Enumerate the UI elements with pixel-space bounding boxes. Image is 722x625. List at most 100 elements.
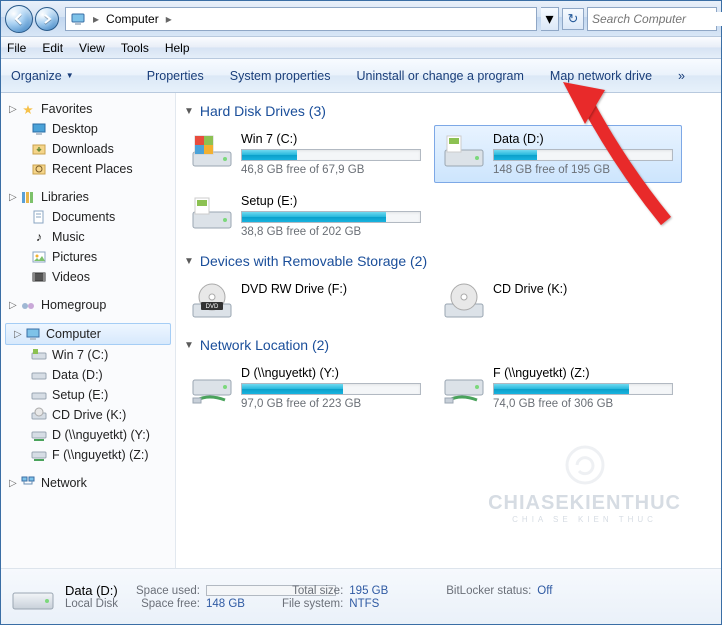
network-icon	[20, 475, 36, 491]
sidebar-item-documents[interactable]: Documents	[1, 207, 175, 227]
sidebar-item-downloads[interactable]: Downloads	[1, 139, 175, 159]
drive-item[interactable]: F (\\nguyetkt) (Z:)74,0 GB free of 306 G…	[434, 359, 682, 417]
sidebar-item-videos[interactable]: Videos	[1, 267, 175, 287]
menu-view[interactable]: View	[79, 41, 105, 55]
refresh-button[interactable]: ↻	[562, 8, 584, 30]
drive-free-text: 38,8 GB free of 202 GB	[241, 226, 421, 238]
toolbar-properties[interactable]: Properties	[147, 69, 204, 83]
sidebar-item-pictures[interactable]: Pictures	[1, 247, 175, 267]
drive-icon	[443, 282, 485, 322]
drive-icon	[31, 347, 47, 363]
details-label-bitlocker: BitLocker status:	[431, 585, 531, 597]
drive-icon	[191, 194, 233, 234]
watermark-title: CHIASEKIENTHUC	[488, 492, 681, 515]
breadcrumb-dropdown[interactable]: ▾	[541, 7, 559, 31]
details-pane: Data (D:) Space used: Total size: 195 GB…	[1, 568, 721, 624]
toolbar-more[interactable]: »	[678, 69, 685, 83]
drive-item[interactable]: Setup (E:) 38,8 GB free of 202 GB	[182, 187, 430, 245]
nav-back-button[interactable]	[5, 5, 33, 33]
search-box[interactable]	[587, 7, 717, 31]
drive-usage-bar	[493, 383, 673, 395]
sidebar-network[interactable]: ▷Network	[1, 473, 175, 493]
sidebar-item-drive-c[interactable]: Win 7 (C:)	[1, 345, 175, 365]
menu-edit[interactable]: Edit	[42, 41, 63, 55]
collapse-icon: ▼	[184, 340, 194, 351]
drive-item[interactable]: D (\\nguyetkt) (Y:)97,0 GB free of 223 G…	[182, 359, 430, 417]
sidebar-favorites[interactable]: ▷★Favorites	[1, 99, 175, 119]
homegroup-icon	[20, 297, 36, 313]
sidebar-libraries[interactable]: ▷Libraries	[1, 187, 175, 207]
documents-icon	[31, 209, 47, 225]
sidebar-item-drive-z[interactable]: F (\\nguyetkt) (Z:)	[1, 445, 175, 465]
details-label-used: Space used:	[136, 585, 200, 597]
drive-usage-bar	[241, 383, 421, 395]
breadcrumb-item[interactable]: Computer	[102, 12, 163, 26]
content-pane: ▼Hard Disk Drives (3) Win 7 (C:) 46,8 GB …	[176, 93, 721, 568]
sidebar-computer[interactable]: ▷Computer	[5, 323, 171, 345]
drive-free-text: 46,8 GB free of 67,9 GB	[241, 164, 421, 176]
group-network-location[interactable]: ▼Network Location (2)	[182, 333, 715, 359]
drive-icon	[191, 366, 233, 406]
drive-free-text: 148 GB free of 195 GB	[493, 164, 673, 176]
details-label-total: Total size:	[282, 585, 343, 597]
videos-icon	[31, 269, 47, 285]
drive-usage-bar	[241, 211, 421, 223]
drive-icon	[443, 132, 485, 172]
nav-forward-button[interactable]	[35, 7, 59, 31]
network-drive-icon	[31, 427, 47, 443]
toolbar-uninstall[interactable]: Uninstall or change a program	[356, 69, 523, 83]
toolbar-system-properties[interactable]: System properties	[230, 69, 331, 83]
chevron-right-icon: ▸	[90, 12, 102, 26]
drive-item[interactable]: Win 7 (C:) 46,8 GB free of 67,9 GB	[182, 125, 430, 183]
toolbar-map-network-drive[interactable]: Map network drive	[550, 69, 652, 83]
group-hard-disk-drives[interactable]: ▼Hard Disk Drives (3)	[182, 99, 715, 125]
drive-name: Win 7 (C:)	[241, 132, 421, 146]
drive-icon	[191, 132, 233, 172]
breadcrumb[interactable]: ▸ Computer ▸	[65, 7, 537, 31]
toolbar-organize[interactable]: Organize▼	[11, 69, 121, 83]
sidebar-homegroup[interactable]: ▷Homegroup	[1, 295, 175, 315]
nav-bar: ▸ Computer ▸ ▾ ↻	[1, 1, 721, 37]
computer-icon	[25, 326, 41, 342]
expand-icon: ▷	[14, 329, 25, 340]
expand-icon: ▷	[9, 300, 20, 311]
chevron-down-icon: ▼	[66, 71, 74, 80]
details-subtitle: Local Disk	[65, 598, 130, 610]
menu-tools[interactable]: Tools	[121, 41, 149, 55]
desktop-icon	[31, 121, 47, 137]
drive-icon	[31, 387, 47, 403]
favorites-icon: ★	[20, 101, 36, 117]
menu-help[interactable]: Help	[165, 41, 190, 55]
drive-item[interactable]: Data (D:)148 GB free of 195 GB	[434, 125, 682, 183]
sidebar-item-recent-places[interactable]: Recent Places	[1, 159, 175, 179]
downloads-icon	[31, 141, 47, 157]
sidebar-item-drive-e[interactable]: Setup (E:)	[1, 385, 175, 405]
details-label-free: Space free:	[136, 598, 200, 610]
libraries-icon	[20, 189, 36, 205]
sidebar-item-drive-y[interactable]: D (\\nguyetkt) (Y:)	[1, 425, 175, 445]
drive-usage-bar	[241, 149, 421, 161]
menu-bar: File Edit View Tools Help	[1, 37, 721, 59]
details-bitlocker: Off	[537, 585, 552, 597]
details-label-fs: File system:	[282, 598, 343, 610]
toolbar: Organize▼ Properties System properties U…	[1, 59, 721, 93]
menu-file[interactable]: File	[7, 41, 26, 55]
sidebar-item-desktop[interactable]: Desktop	[1, 119, 175, 139]
sidebar-item-music[interactable]: ♪Music	[1, 227, 175, 247]
details-fs: NTFS	[349, 598, 419, 610]
computer-icon	[70, 11, 86, 27]
drive-item[interactable]: CD Drive (K:)	[434, 275, 682, 329]
chevron-right-icon: ▸	[163, 12, 175, 26]
sidebar-item-drive-k[interactable]: CD Drive (K:)	[1, 405, 175, 425]
drive-name: CD Drive (K:)	[493, 282, 673, 296]
search-input[interactable]	[592, 12, 722, 26]
drive-name: Setup (E:)	[241, 194, 421, 208]
sidebar-item-drive-d[interactable]: Data (D:)	[1, 365, 175, 385]
details-free: 148 GB	[206, 598, 276, 610]
drive-free-text: 74,0 GB free of 306 GB	[493, 398, 673, 410]
network-drive-icon	[31, 447, 47, 463]
expand-icon: ▷	[9, 478, 20, 489]
details-title: Data (D:)	[65, 583, 130, 598]
drive-item[interactable]: DVDDVD RW Drive (F:)	[182, 275, 430, 329]
group-removable-storage[interactable]: ▼Devices with Removable Storage (2)	[182, 249, 715, 275]
